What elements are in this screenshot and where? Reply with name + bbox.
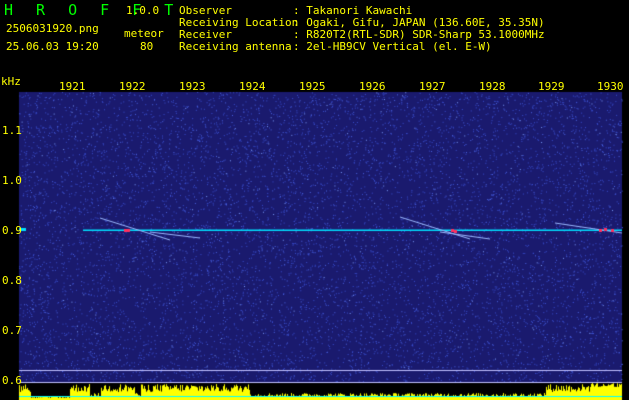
y-tick-label: 0.9 bbox=[2, 224, 22, 237]
x-tick-label: 1924 bbox=[239, 80, 266, 93]
app-version: 1.0.0 bbox=[126, 4, 160, 17]
x-tick-label: 1921 bbox=[59, 80, 86, 93]
y-tick-label: 1.0 bbox=[2, 174, 22, 187]
meteor-count: 80 bbox=[140, 40, 154, 53]
y-tick-label: 1.1 bbox=[2, 124, 22, 137]
y-tick-label: 0.8 bbox=[2, 274, 22, 287]
y-tick-label: 0.6 bbox=[2, 374, 22, 387]
x-tick-label: 1925 bbox=[299, 80, 326, 93]
x-tick-label: 1929 bbox=[538, 80, 565, 93]
x-tick-label: 1930 bbox=[597, 80, 624, 93]
x-tick-label: 1926 bbox=[359, 80, 386, 93]
y-tick-label: 0.7 bbox=[2, 324, 22, 337]
info-sep: : bbox=[293, 40, 307, 53]
timestamp: 25.06.03 19:20 bbox=[6, 40, 99, 53]
meteor-label: meteor bbox=[124, 27, 164, 40]
spectrogram-canvas bbox=[0, 0, 629, 400]
y-axis-label: kHz bbox=[1, 75, 21, 88]
info-row-antenna: Receiving antenna: 2el-HB9CV Vertical (e… bbox=[179, 40, 492, 53]
x-tick-label: 1922 bbox=[119, 80, 146, 93]
info-value: 2el-HB9CV Vertical (el. E-W) bbox=[306, 40, 492, 53]
x-tick-label: 1927 bbox=[419, 80, 446, 93]
x-tick-label: 1928 bbox=[479, 80, 506, 93]
file-name: 2506031920.png bbox=[6, 22, 99, 35]
x-tick-label: 1923 bbox=[179, 80, 206, 93]
info-key: Receiving antenna bbox=[179, 40, 292, 53]
